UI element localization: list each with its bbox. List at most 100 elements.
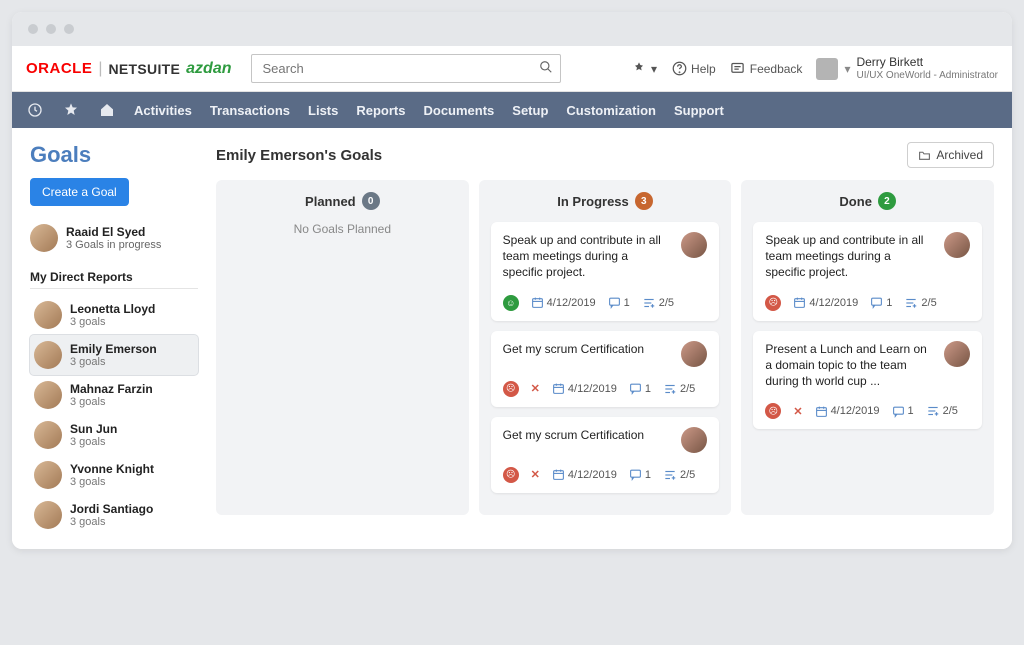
search-icon[interactable] (539, 60, 553, 74)
direct-report-item[interactable]: Yvonne Knight 3 goals (30, 455, 198, 495)
calendar-icon (815, 405, 828, 418)
window-dot (28, 24, 38, 34)
goal-card[interactable]: Speak up and contribute in all team meet… (753, 222, 982, 321)
avatar (944, 341, 970, 367)
tasks-meta: 2/5 (642, 296, 674, 310)
home-icon[interactable] (98, 101, 116, 119)
goal-date: 4/12/2019 (809, 297, 858, 309)
tasks-icon (926, 404, 940, 418)
browser-frame: ORACLE | NETSUITE azdan ▾ (12, 12, 1012, 549)
user-name: Derry Birkett (856, 56, 998, 69)
page-title: Goals (30, 142, 198, 168)
board-column: Done 2 Speak up and contribute in all te… (741, 180, 994, 515)
column-header: Planned 0 (228, 192, 457, 210)
logo-netsuite: NETSUITE (109, 61, 181, 77)
logo-oracle: ORACLE (26, 60, 92, 77)
avatar (34, 381, 62, 409)
goal-card-title: Speak up and contribute in all team meet… (765, 232, 934, 281)
help-label: Help (691, 62, 716, 76)
comment-icon (629, 382, 642, 395)
nav-activities[interactable]: Activities (134, 103, 192, 118)
comments-meta: 1 (608, 296, 630, 309)
current-user-sub: 3 Goals in progress (66, 239, 161, 251)
left-sidebar: Goals Create a Goal Raaid El Syed 3 Goal… (30, 142, 198, 535)
quick-add-menu[interactable]: ▾ (631, 61, 657, 77)
goal-card[interactable]: Get my scrum Certification ☹ ✕ 4/12/2019… (491, 417, 720, 493)
direct-reports-list: Leonetta Lloyd 3 goals Emily Emerson 3 g… (30, 295, 198, 535)
avatar (30, 224, 58, 252)
help-button[interactable]: Help (671, 61, 716, 77)
calendar-icon (793, 296, 806, 309)
navbar: Activities Transactions Lists Reports Do… (12, 92, 1012, 128)
date-meta: 4/12/2019 (815, 405, 880, 418)
avatar (34, 461, 62, 489)
goal-card-title: Present a Lunch and Learn on a domain to… (765, 341, 934, 390)
comment-icon (629, 468, 642, 481)
goal-tasks: 2/5 (659, 297, 674, 309)
goal-card[interactable]: Get my scrum Certification ☹ ✕ 4/12/2019… (491, 331, 720, 407)
feedback-icon (730, 61, 746, 77)
topbar: ORACLE | NETSUITE azdan ▾ (12, 46, 1012, 92)
direct-report-item[interactable]: Leonetta Lloyd 3 goals (30, 295, 198, 335)
topbar-right: ▾ Help Feedback ▾ (631, 56, 998, 80)
direct-report-item[interactable]: Sun Jun 3 goals (30, 415, 198, 455)
tasks-meta: 2/5 (904, 296, 936, 310)
tasks-icon (904, 296, 918, 310)
window-dot (64, 24, 74, 34)
nav-documents[interactable]: Documents (423, 103, 494, 118)
goal-card-meta: ☹ 4/12/2019 1 2/5 (765, 295, 970, 311)
report-sub: 3 goals (70, 356, 157, 368)
report-name: Sun Jun (70, 422, 117, 436)
goal-card-meta: ☺ 4/12/2019 1 2/5 (503, 295, 708, 311)
report-name: Mahnaz Farzin (70, 382, 153, 396)
create-goal-button[interactable]: Create a Goal (30, 178, 129, 206)
feedback-button[interactable]: Feedback (730, 61, 803, 77)
goal-card-meta: ☹ ✕ 4/12/2019 1 2/5 (503, 381, 708, 397)
archived-button[interactable]: Archived (907, 142, 994, 168)
tasks-icon (663, 382, 677, 396)
nav-support[interactable]: Support (674, 103, 724, 118)
goal-card-title: Speak up and contribute in all team meet… (503, 232, 672, 281)
tasks-meta: 2/5 (926, 404, 958, 418)
direct-report-item[interactable]: Emily Emerson 3 goals (30, 335, 198, 375)
direct-report-item[interactable]: Mahnaz Farzin 3 goals (30, 375, 198, 415)
goal-card[interactable]: Present a Lunch and Learn on a domain to… (753, 331, 982, 430)
column-count-badge: 3 (635, 192, 653, 210)
comment-icon (892, 405, 905, 418)
history-icon[interactable] (26, 101, 44, 119)
date-meta: 4/12/2019 (552, 468, 617, 481)
avatar (944, 232, 970, 258)
report-sub: 3 goals (70, 396, 153, 408)
star-icon[interactable] (62, 101, 80, 119)
user-menu[interactable]: ▾ Derry Birkett UI/UX OneWorld - Adminis… (816, 56, 998, 80)
nav-setup[interactable]: Setup (512, 103, 548, 118)
goal-comments: 1 (645, 383, 651, 395)
window-chrome (12, 12, 1012, 46)
calendar-icon (531, 296, 544, 309)
calendar-icon (552, 382, 565, 395)
report-name: Emily Emerson (70, 342, 157, 356)
date-meta: 4/12/2019 (531, 296, 596, 309)
search-input[interactable] (251, 54, 561, 83)
x-icon: ✕ (793, 405, 802, 418)
quick-add-icon (631, 61, 647, 77)
goal-card[interactable]: Speak up and contribute in all team meet… (491, 222, 720, 321)
avatar (34, 341, 62, 369)
direct-report-item[interactable]: Jordi Santiago 3 goals (30, 495, 198, 535)
goal-tasks: 2/5 (680, 383, 695, 395)
goal-card-meta: ☹ ✕ 4/12/2019 1 2/5 (503, 467, 708, 483)
nav-lists[interactable]: Lists (308, 103, 338, 118)
column-empty-text: No Goals Planned (228, 222, 457, 236)
window-dot (46, 24, 56, 34)
nav-customization[interactable]: Customization (566, 103, 656, 118)
x-icon: ✕ (531, 382, 540, 395)
nav-reports[interactable]: Reports (356, 103, 405, 118)
current-user-name: Raaid El Syed (66, 225, 161, 239)
avatar (681, 232, 707, 258)
direct-reports-header: My Direct Reports (30, 270, 198, 289)
goal-card-title: Get my scrum Certification (503, 341, 672, 367)
current-user-row[interactable]: Raaid El Syed 3 Goals in progress (30, 224, 198, 252)
column-header: In Progress 3 (491, 192, 720, 210)
nav-transactions[interactable]: Transactions (210, 103, 290, 118)
app: ORACLE | NETSUITE azdan ▾ (12, 46, 1012, 549)
